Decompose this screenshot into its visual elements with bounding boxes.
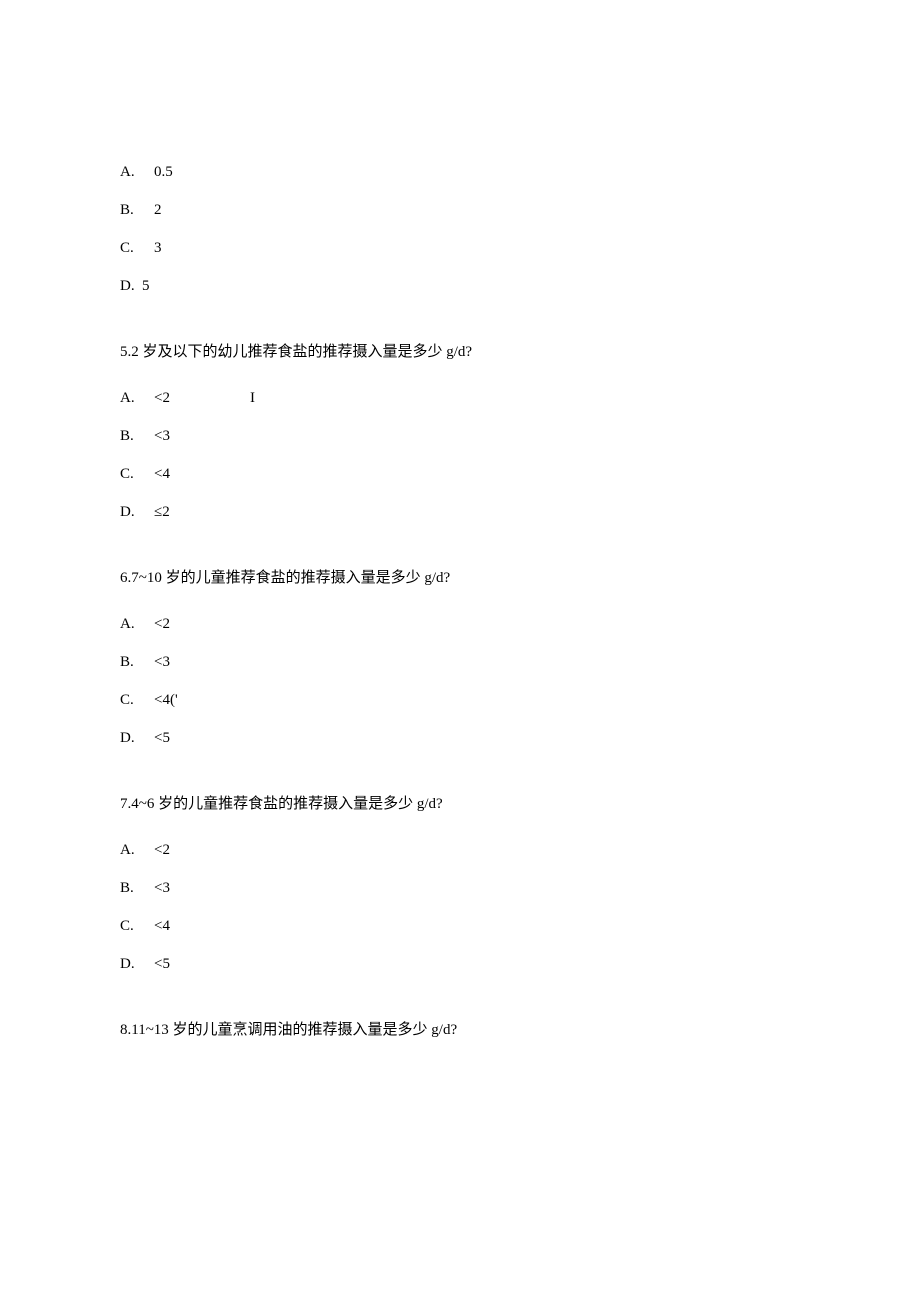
option-item: D. 5 xyxy=(120,274,800,298)
option-value: 2 xyxy=(154,198,162,222)
question-8: 8.11~13 岁的儿童烹调用油的推荐摄入量是多少 g/d? xyxy=(120,1018,800,1042)
option-letter: B. xyxy=(120,876,142,900)
question-6: 6.7~10 岁的儿童推荐食盐的推荐摄入量是多少 g/d? xyxy=(120,566,800,590)
option-item: B. 2 xyxy=(120,198,800,222)
option-group-3: A. <2 B. <3 C. <4(' D. <5 xyxy=(120,612,800,750)
option-item: B. <3 xyxy=(120,424,800,448)
option-value: <4 xyxy=(154,462,170,486)
option-extra-text: I xyxy=(250,386,255,410)
option-letter: C. xyxy=(120,462,142,486)
option-item: D. ≤2 xyxy=(120,500,800,524)
option-value: <3 xyxy=(154,424,170,448)
option-value: <4 xyxy=(154,914,170,938)
option-value: 5 xyxy=(142,274,150,298)
option-value: <3 xyxy=(154,650,170,674)
option-letter: B. xyxy=(120,650,142,674)
option-item: B. <3 xyxy=(120,650,800,674)
option-letter: B. xyxy=(120,198,142,222)
option-group-1: A. 0.5 B. 2 C. 3 D. 5 xyxy=(120,160,800,298)
option-value: <5 xyxy=(154,726,170,750)
question-5: 5.2 岁及以下的幼儿推荐食盐的推荐摄入量是多少 g/d? xyxy=(120,340,800,364)
option-item: A. <2 I xyxy=(120,386,800,410)
option-letter: C. xyxy=(120,688,142,712)
option-value: <4(' xyxy=(154,688,178,712)
option-letter: D. xyxy=(120,274,142,298)
option-letter: D. xyxy=(120,726,142,750)
option-item: D. <5 xyxy=(120,952,800,976)
option-value: 3 xyxy=(154,236,162,260)
option-letter: A. xyxy=(120,612,142,636)
option-letter: A. xyxy=(120,838,142,862)
option-group-4: A. <2 B. <3 C. <4 D. <5 xyxy=(120,838,800,976)
option-letter: A. xyxy=(120,160,142,184)
option-item: A. <2 xyxy=(120,838,800,862)
option-group-2: A. <2 I B. <3 C. <4 D. ≤2 xyxy=(120,386,800,524)
option-value: <2 xyxy=(154,386,170,410)
option-value: ≤2 xyxy=(154,500,170,524)
option-value: 0.5 xyxy=(154,160,173,184)
option-item: B. <3 xyxy=(120,876,800,900)
option-value: <2 xyxy=(154,838,170,862)
option-value: <2 xyxy=(154,612,170,636)
option-letter: C. xyxy=(120,914,142,938)
option-item: A. <2 xyxy=(120,612,800,636)
option-letter: B. xyxy=(120,424,142,448)
option-value: <5 xyxy=(154,952,170,976)
option-value: <3 xyxy=(154,876,170,900)
option-letter: D. xyxy=(120,952,142,976)
question-7: 7.4~6 岁的儿童推荐食盐的推荐摄入量是多少 g/d? xyxy=(120,792,800,816)
option-item: C. <4 xyxy=(120,914,800,938)
option-item: C. <4 xyxy=(120,462,800,486)
option-item: A. 0.5 xyxy=(120,160,800,184)
option-letter: A. xyxy=(120,386,142,410)
option-item: D. <5 xyxy=(120,726,800,750)
option-item: C. 3 xyxy=(120,236,800,260)
option-item: C. <4(' xyxy=(120,688,800,712)
option-letter: D. xyxy=(120,500,142,524)
option-letter: C. xyxy=(120,236,142,260)
